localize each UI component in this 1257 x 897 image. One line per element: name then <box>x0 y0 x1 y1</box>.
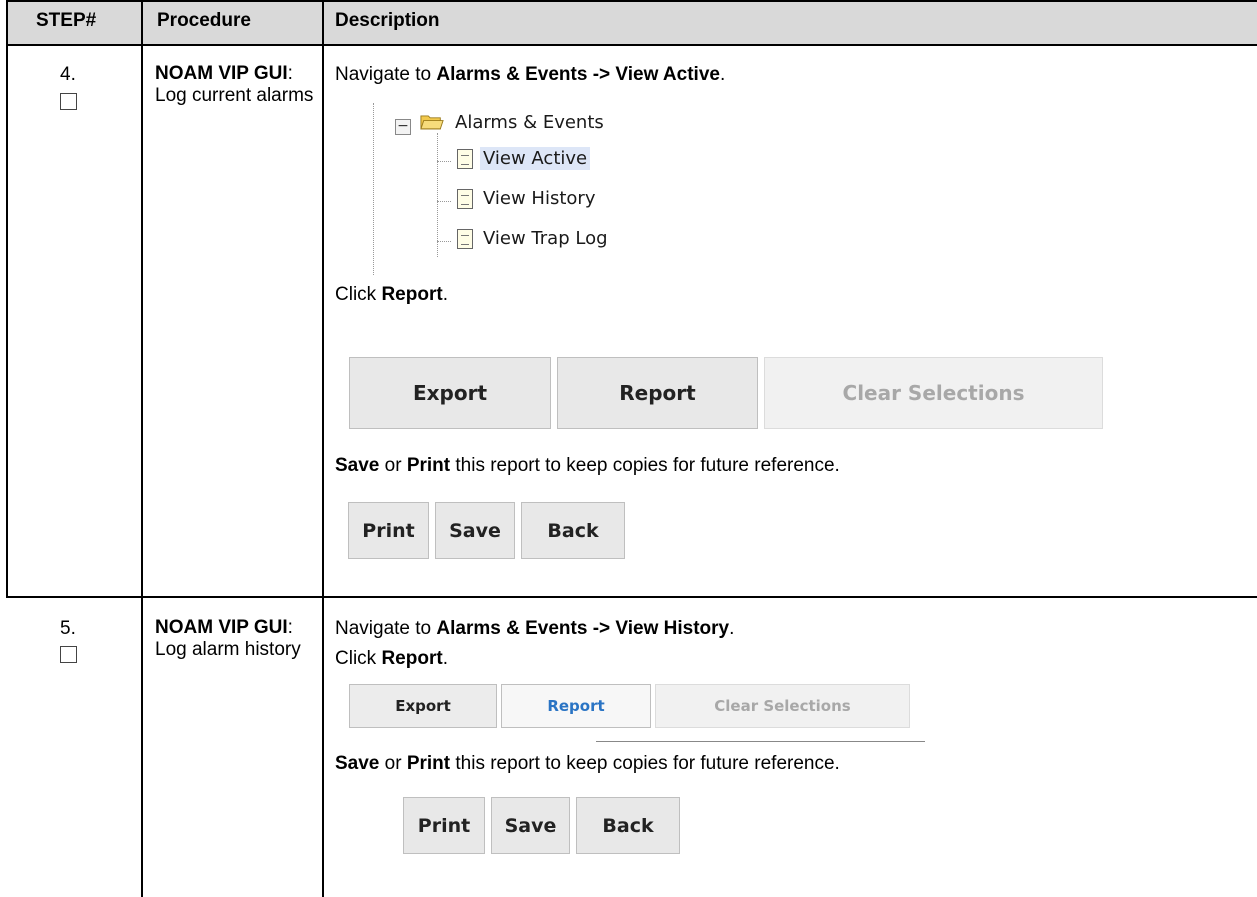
navigate-target: Alarms & Events -> View Active <box>436 64 720 85</box>
procedure-text: NOAM VIP GUI: Log current alarms <box>155 63 315 107</box>
click-target: Report <box>381 284 443 305</box>
save-print-instruction: Save or Print this report to keep copies… <box>335 454 840 477</box>
header-step: STEP# <box>36 10 97 31</box>
procedure-table: STEP# Procedure Description 4. NOAM VIP … <box>0 0 1257 897</box>
click-instruction: Click Report. <box>335 647 448 670</box>
tree-branch-line <box>437 133 438 257</box>
header-description: Description <box>335 10 440 31</box>
column-divider-2 <box>322 0 324 897</box>
collapse-icon[interactable]: − <box>395 119 411 135</box>
tree-guide-line <box>373 103 374 275</box>
export-button[interactable]: Export <box>349 357 551 429</box>
back-button[interactable]: Back <box>576 797 680 854</box>
page-icon <box>457 189 473 209</box>
save-word: Save <box>335 753 380 774</box>
print-word: Print <box>406 753 451 774</box>
row-divider <box>6 596 1257 598</box>
tree-cut-off-item <box>433 271 583 277</box>
header-procedure: Procedure <box>157 10 251 31</box>
navigate-suffix: . <box>719 64 726 85</box>
navigate-target: Alarms & Events -> View History <box>436 618 730 639</box>
clear-selections-button[interactable]: Clear Selections <box>764 357 1103 429</box>
or-word: or <box>379 455 407 476</box>
back-button[interactable]: Back <box>521 502 625 559</box>
click-target: Report <box>381 648 443 669</box>
step-number: 5. <box>60 618 76 639</box>
report-button[interactable]: Report <box>557 357 758 429</box>
column-divider-1 <box>141 0 143 897</box>
tree-folder-alarms-events[interactable]: Alarms & Events <box>455 112 604 133</box>
print-button[interactable]: Print <box>348 502 429 559</box>
save-print-rest: this report to keep copies for future re… <box>450 753 840 774</box>
separator-line <box>596 741 925 742</box>
navigate-instruction: Navigate to Alarms & Events -> View Acti… <box>335 63 725 86</box>
or-word: or <box>379 753 407 774</box>
click-prefix: Click <box>335 648 382 669</box>
tree-item-view-history[interactable]: View History <box>483 188 595 209</box>
click-instruction: Click Report. <box>335 283 448 306</box>
step-number: 4. <box>60 64 76 85</box>
tree-tick <box>437 161 451 162</box>
folder-open-icon <box>420 115 444 130</box>
click-prefix: Click <box>335 284 382 305</box>
page-icon <box>457 149 473 169</box>
tree-item-view-active[interactable]: View Active <box>480 147 591 170</box>
procedure-location: NOAM VIP GUI <box>155 617 288 638</box>
save-word: Save <box>335 455 380 476</box>
navigate-prefix: Navigate to <box>335 64 437 85</box>
tree-tick <box>437 201 451 202</box>
save-print-rest: this report to keep copies for future re… <box>450 455 840 476</box>
table-left-border <box>6 0 8 597</box>
page-icon <box>457 229 473 249</box>
clear-selections-button[interactable]: Clear Selections <box>655 684 910 728</box>
click-suffix: . <box>442 284 448 305</box>
save-button[interactable]: Save <box>491 797 570 854</box>
click-suffix: . <box>442 648 448 669</box>
navigation-tree: − Alarms & Events View Active View Histo… <box>363 103 683 275</box>
table-top-border <box>6 0 1257 2</box>
tree-item-view-trap-log[interactable]: View Trap Log <box>483 228 608 249</box>
save-button[interactable]: Save <box>435 502 515 559</box>
header-bottom-border <box>6 44 1257 46</box>
navigate-instruction: Navigate to Alarms & Events -> View Hist… <box>335 617 734 640</box>
save-print-instruction: Save or Print this report to keep copies… <box>335 752 840 775</box>
navigate-prefix: Navigate to <box>335 618 437 639</box>
step-checkbox[interactable] <box>60 93 77 110</box>
procedure-text: NOAM VIP GUI: Log alarm history <box>155 617 320 661</box>
step-checkbox[interactable] <box>60 646 77 663</box>
procedure-location: NOAM VIP GUI <box>155 63 288 84</box>
print-button[interactable]: Print <box>403 797 485 854</box>
report-button[interactable]: Report <box>501 684 651 728</box>
tree-tick <box>437 241 451 242</box>
navigate-suffix: . <box>729 618 735 639</box>
export-button[interactable]: Export <box>349 684 497 728</box>
print-word: Print <box>406 455 451 476</box>
